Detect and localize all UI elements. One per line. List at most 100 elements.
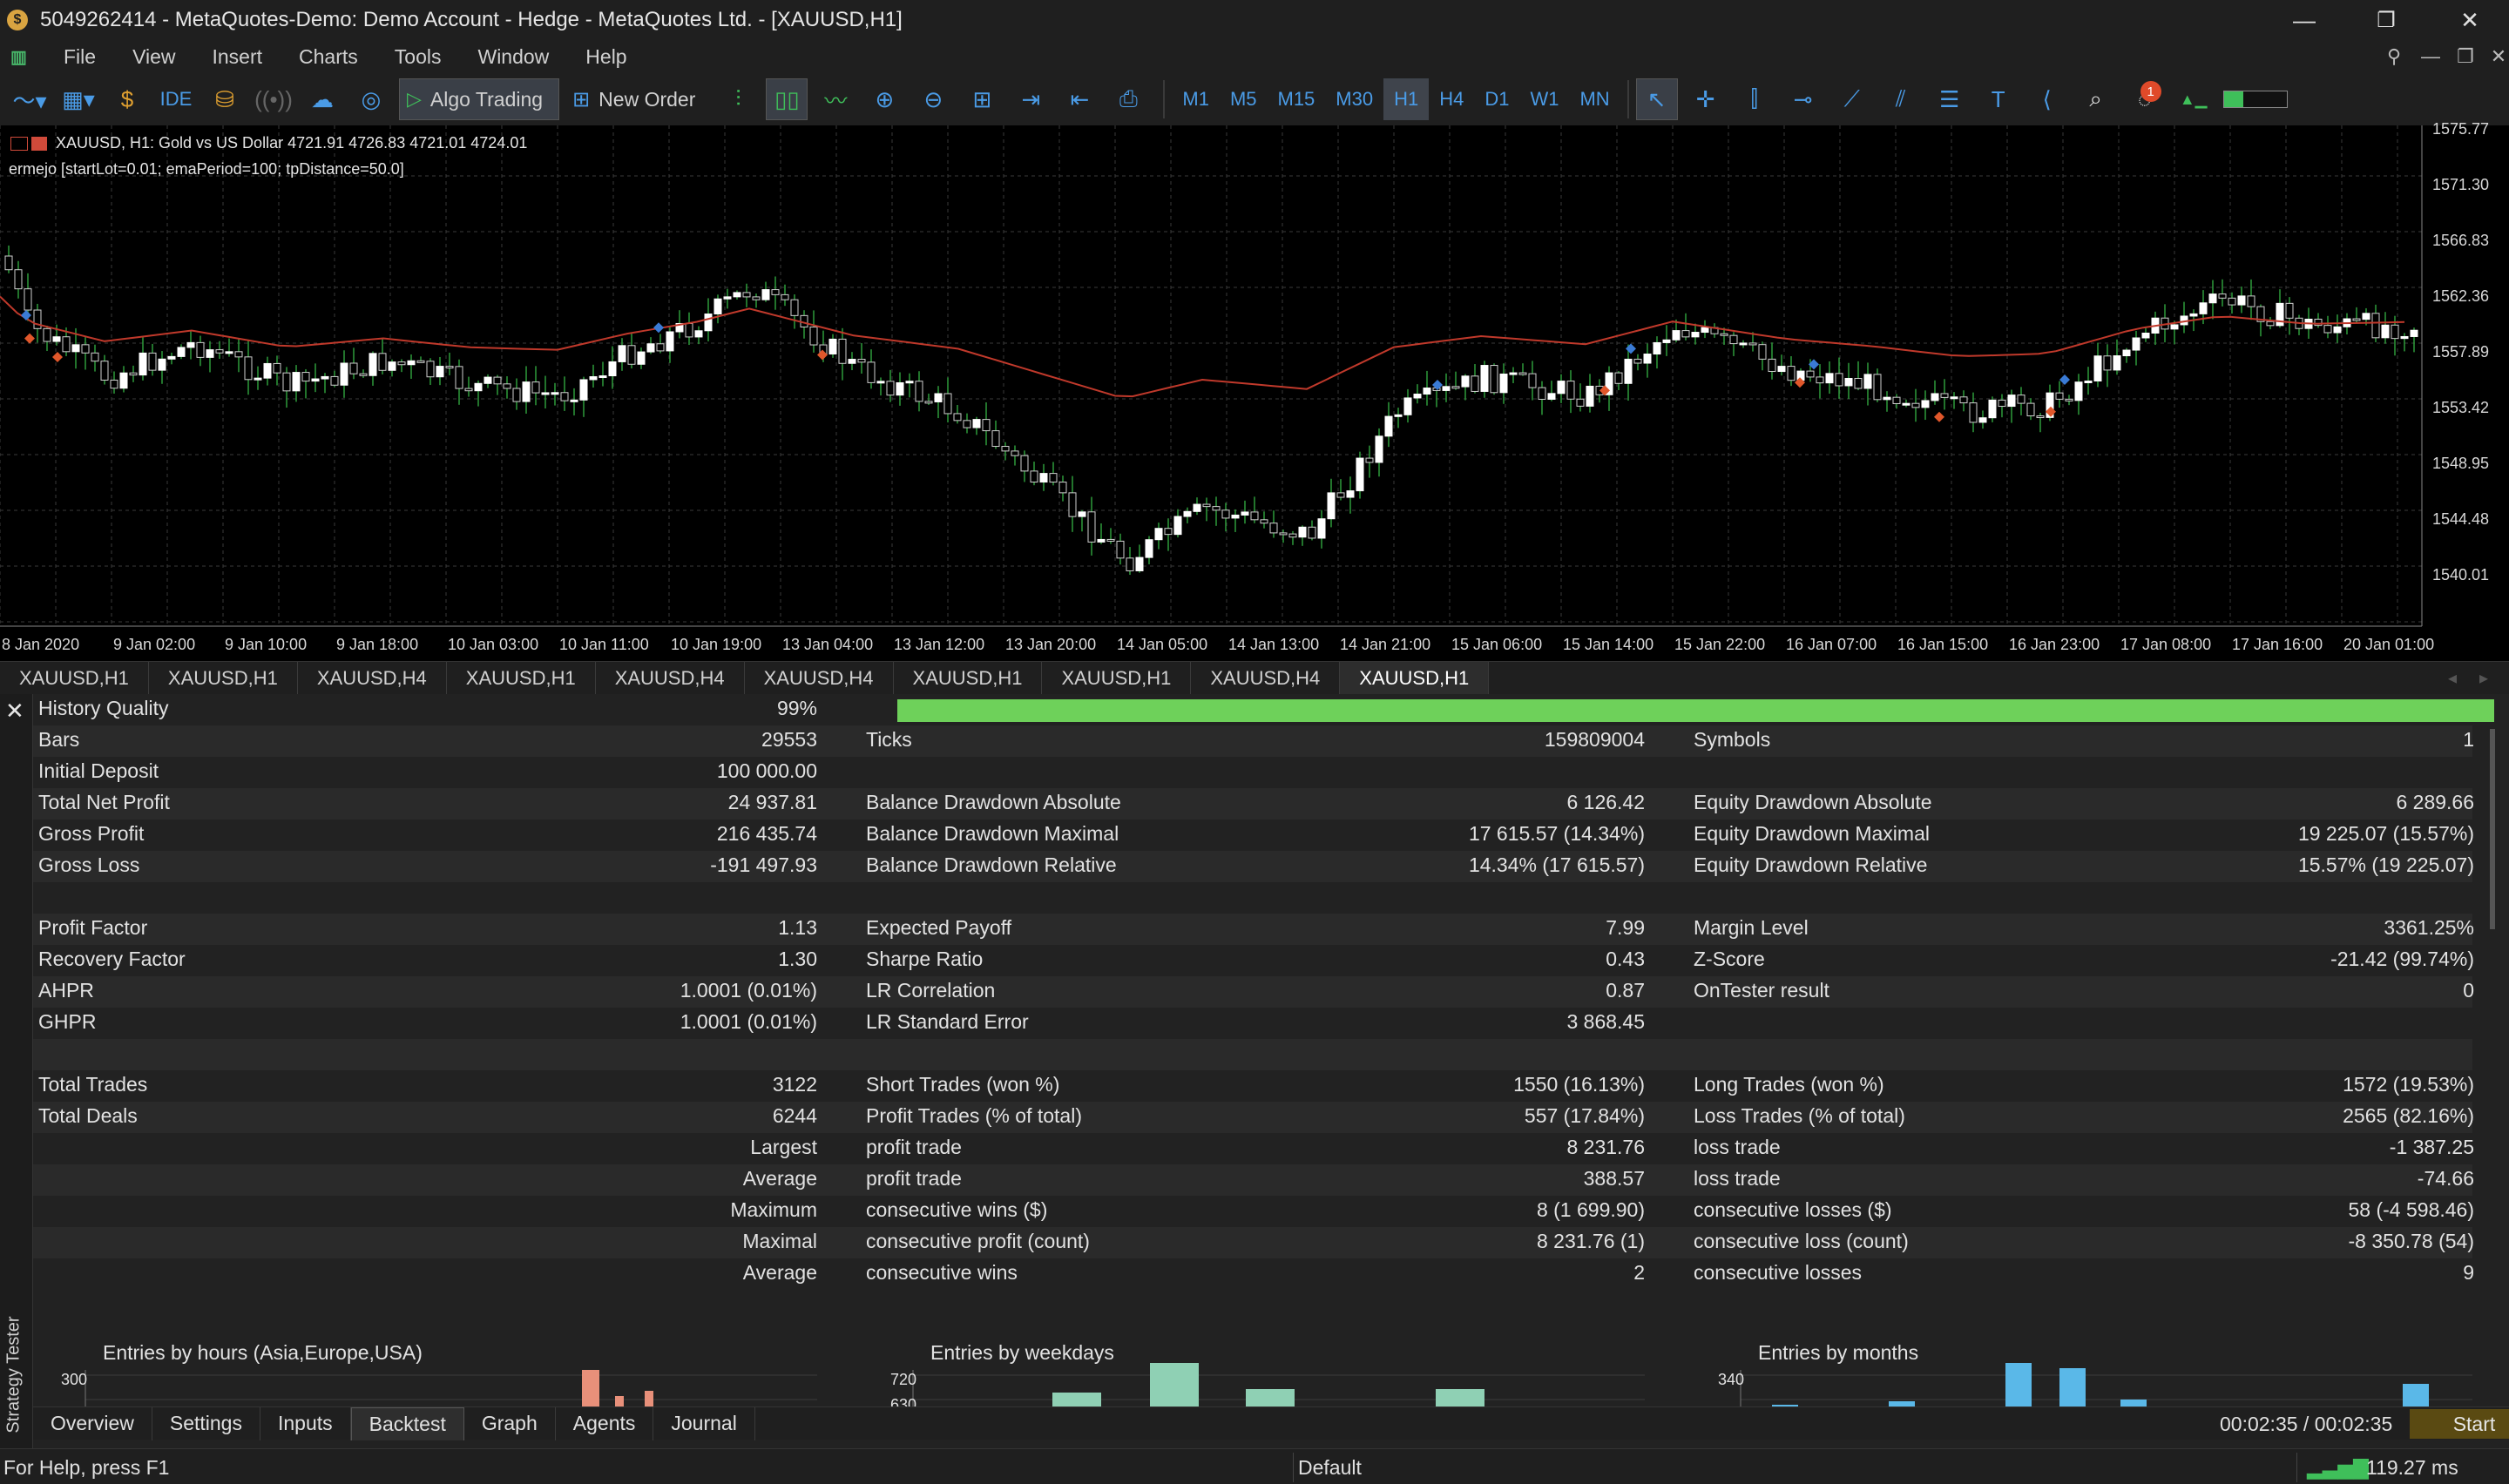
menu-file[interactable]: File	[45, 45, 114, 69]
menu-insert[interactable]: Insert	[194, 45, 281, 69]
chart-tab-active[interactable]: XAUUSD,H1	[1340, 661, 1490, 695]
crosshair-icon[interactable]: ✛	[1685, 78, 1727, 120]
time-axis-label: 17 Jan 16:00	[2232, 636, 2323, 653]
signal-icon[interactable]: ((•))	[253, 78, 294, 120]
text-icon[interactable]: T	[1978, 78, 2019, 120]
chart-tab[interactable]: XAUUSD,H4	[596, 661, 745, 695]
shopping-bag-icon[interactable]: ⛁	[204, 78, 246, 120]
candle-body	[1586, 385, 1594, 407]
tab-graph[interactable]: Graph	[464, 1406, 556, 1440]
timeframe-h4[interactable]: H4	[1429, 78, 1474, 120]
search-icon[interactable]: ⌕	[2075, 78, 2117, 120]
chart-tab[interactable]: XAUUSD,H1	[894, 661, 1043, 695]
start-button[interactable]: Start	[2410, 1409, 2509, 1439]
chart-tab[interactable]: XAUUSD,H1	[1042, 661, 1192, 695]
close-button[interactable]: ✕	[2431, 0, 2509, 40]
menu-window[interactable]: Window	[459, 45, 567, 69]
timeframe-h1[interactable]: H1	[1383, 78, 1430, 120]
chart-shift-icon[interactable]: ⇤	[1058, 78, 1100, 120]
child-minimize-button[interactable]: —	[2411, 40, 2450, 73]
chart-tab[interactable]: XAUUSD,H1	[0, 661, 149, 695]
candle-body	[1490, 365, 1498, 394]
notifications-icon[interactable]: ◌ 1	[2124, 78, 2166, 120]
candle-body	[1902, 402, 1910, 406]
report-label: consecutive losses	[1694, 1261, 1863, 1284]
candlestick-chart-icon[interactable]: ▯▯	[766, 78, 808, 120]
candle-body	[1039, 473, 1048, 483]
report-value: Average	[742, 1261, 817, 1284]
candle-body	[1921, 400, 1930, 408]
tab-backtest[interactable]: Backtest	[350, 1406, 464, 1440]
price-chart[interactable]: XAUUSD, H1: Gold vs US Dollar 4721.91 47…	[0, 120, 2509, 661]
time-axis-label: 10 Jan 03:00	[448, 636, 539, 653]
chart-tab[interactable]: XAUUSD,H4	[1191, 661, 1341, 695]
screenshot-icon[interactable]: ⎙	[1107, 78, 1149, 120]
fibonacci-icon[interactable]: ☰	[1929, 78, 1971, 120]
menu-tools[interactable]: Tools	[376, 45, 460, 69]
chart-tab[interactable]: XAUUSD,H4	[745, 661, 894, 695]
report-value: 159809004	[1544, 728, 1645, 751]
candle-body	[263, 362, 272, 379]
chart-tab[interactable]: XAUUSD,H4	[298, 661, 447, 695]
candle-body	[656, 343, 665, 352]
ide-button[interactable]: IDE	[155, 78, 197, 120]
tab-inputs[interactable]: Inputs	[260, 1406, 351, 1440]
shapes-icon[interactable]: ⟨	[2026, 78, 2068, 120]
candle-body	[1164, 528, 1173, 536]
vps-globe-icon[interactable]: ◎	[350, 78, 392, 120]
candle-body	[1145, 539, 1153, 558]
chart-tab[interactable]: XAUUSD,H1	[149, 661, 298, 695]
child-close-button[interactable]: ✕	[2479, 40, 2509, 73]
market-icon[interactable]: $	[106, 78, 148, 120]
horizontal-line-icon[interactable]: ⊸	[1782, 78, 1824, 120]
trade-icon[interactable]	[31, 137, 47, 152]
status-profile[interactable]: Default	[1298, 1456, 1362, 1480]
vertical-line-icon[interactable]: ⫿	[1734, 78, 1775, 120]
bar-chart-icon[interactable]: ⫶	[717, 78, 759, 120]
channel-icon[interactable]: ⫽	[1880, 78, 1922, 120]
timeframe-m5[interactable]: M5	[1220, 78, 1268, 120]
menu-charts[interactable]: Charts	[281, 45, 376, 69]
minimize-button[interactable]: —	[2265, 0, 2343, 40]
report-label: Sharpe Ratio	[866, 948, 984, 970]
report-scrollbar[interactable]	[2490, 729, 2495, 929]
timeframe-m1[interactable]: M1	[1172, 78, 1220, 120]
candle-body	[522, 381, 531, 402]
report-label: Expected Payoff	[866, 916, 1012, 939]
tab-settings[interactable]: Settings	[152, 1406, 260, 1440]
timeframe-d1[interactable]: D1	[1474, 78, 1519, 120]
algo-trading-button[interactable]: ▷ Algo Trading	[399, 78, 560, 120]
zoom-out-icon[interactable]: ⊖	[912, 78, 954, 120]
chart-tab[interactable]: XAUUSD,H1	[447, 661, 596, 695]
timeframe-w1[interactable]: W1	[1519, 78, 1569, 120]
timeframe-mn[interactable]: MN	[1569, 78, 1620, 120]
menu-view[interactable]: View	[114, 45, 193, 69]
new-order-button[interactable]: ⊞ New Order	[566, 78, 710, 120]
tabs-scroll-left-icon[interactable]: ◂	[2448, 667, 2457, 689]
indicators-dropdown-icon[interactable]: ▦▾	[57, 78, 99, 120]
timeframe-m15[interactable]: M15	[1268, 78, 1326, 120]
chart-menu-icon[interactable]	[10, 137, 28, 152]
restore-button[interactable]: ❐	[2347, 0, 2425, 40]
tile-windows-icon[interactable]: ⊞	[961, 78, 1003, 120]
tester-close-icon[interactable]: ✕	[5, 698, 24, 725]
auto-scroll-icon[interactable]: ⇥	[1010, 78, 1052, 120]
cloud-icon[interactable]: ☁	[301, 78, 343, 120]
zoom-in-icon[interactable]: ⊕	[863, 78, 905, 120]
line-chart-icon[interactable]: 〰	[815, 78, 856, 120]
candle-body	[1442, 386, 1451, 391]
trendline-icon[interactable]: ⟋	[1831, 78, 1873, 120]
timeframe-m30[interactable]: M30	[1325, 78, 1383, 120]
tab-agents[interactable]: Agents	[556, 1406, 654, 1440]
report-value: 7.99	[1606, 916, 1645, 939]
line-chart-dropdown-icon[interactable]: 〜▾	[9, 78, 51, 120]
candle-body	[1816, 376, 1824, 384]
tab-journal[interactable]: Journal	[653, 1406, 755, 1440]
candle-body	[570, 399, 578, 402]
menu-help[interactable]: Help	[567, 45, 645, 69]
candle-body	[110, 379, 118, 389]
cursor-icon[interactable]: ↖	[1635, 78, 1678, 120]
tab-overview[interactable]: Overview	[33, 1406, 152, 1440]
pin-icon[interactable]: ⚲	[2375, 40, 2413, 73]
tabs-scroll-right-icon[interactable]: ▸	[2479, 667, 2488, 689]
